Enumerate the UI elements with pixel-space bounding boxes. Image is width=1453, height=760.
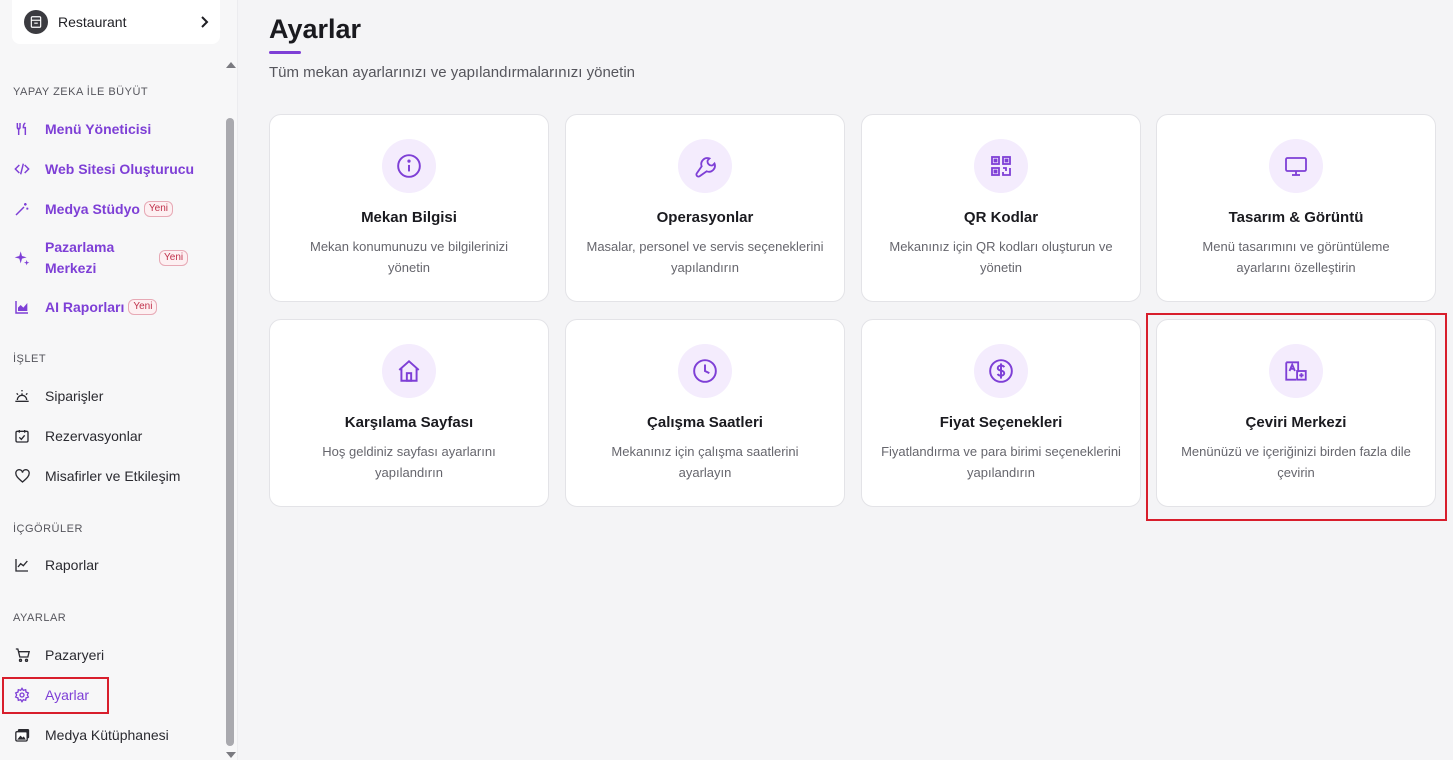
sidebar-item-label: Menü Yöneticisi (45, 121, 152, 137)
title-underline (269, 51, 301, 54)
sidebar-item-orders[interactable]: Siparişler (0, 385, 222, 407)
bell-icon (13, 387, 31, 405)
sidebar-item-label: AI Raporları (45, 299, 125, 315)
scroll-down-arrow-icon[interactable] (226, 752, 236, 758)
images-icon (13, 726, 31, 744)
card-title: Operasyonlar (656, 209, 754, 226)
sidebar-item-website-builder[interactable]: Web Sitesi Oluşturucu (0, 158, 222, 180)
dollar-icon (974, 344, 1028, 398)
sidebar: Restaurant YAPAY ZEKA İLE BÜYÜT Menü Yön… (0, 0, 238, 760)
sidebar-item-menu-manager[interactable]: Menü Yöneticisi (0, 118, 222, 140)
sidebar-item-label: Rezervasyonlar (45, 428, 143, 444)
monitor-icon (1269, 139, 1323, 193)
card-description: Mekanınız için çalışma saatlerini ayarla… (611, 444, 799, 480)
new-badge: Yeni (128, 299, 158, 315)
card-description: Mekan konumunuzu ve bilgilerinizi yöneti… (310, 239, 508, 275)
section-title-insights: İÇGÖRÜLER (13, 523, 83, 535)
sidebar-item-label: Web Sitesi Oluşturucu (45, 161, 195, 177)
card-title: QR Kodlar (963, 209, 1039, 226)
card-title: Mekan Bilgisi (361, 209, 457, 226)
heart-icon (13, 467, 31, 485)
settings-card-qr-codes[interactable]: QR Kodlar Mekanınız için QR kodları oluş… (861, 114, 1141, 302)
sidebar-item-reports[interactable]: Raporlar (0, 554, 222, 576)
section-title-settings: AYARLAR (13, 612, 67, 624)
store-icon (24, 10, 48, 34)
sidebar-item-guests[interactable]: Misafirler ve Etkileşim (0, 465, 222, 487)
sidebar-scrollbar[interactable] (224, 58, 236, 760)
card-title: Tasarım & Görüntü (1228, 209, 1364, 226)
venue-selector[interactable]: Restaurant (12, 0, 220, 44)
sidebar-item-marketplace[interactable]: Pazaryeri (0, 644, 222, 666)
card-title: Fiyat Seçenekleri (939, 414, 1063, 431)
chevron-right-icon (198, 16, 210, 28)
sidebar-item-label: Misafirler ve Etkileşim (45, 468, 181, 484)
area-chart-icon (13, 298, 31, 316)
settings-card-operations[interactable]: Operasyonlar Masalar, personel ve servis… (565, 114, 845, 302)
line-chart-icon (13, 556, 31, 574)
scroll-up-arrow-icon[interactable] (226, 62, 236, 68)
card-description: Fiyatlandırma ve para birimi seçenekleri… (881, 444, 1121, 480)
settings-highlight-box (2, 677, 109, 714)
settings-card-working-hours[interactable]: Çalışma Saatleri Mekanınız için çalışma … (565, 319, 845, 507)
sidebar-item-reservations[interactable]: Rezervasyonlar (0, 425, 222, 447)
settings-card-price-options[interactable]: Fiyat Seçenekleri Fiyatlandırma ve para … (861, 319, 1141, 507)
info-icon (382, 139, 436, 193)
card-title: Çalışma Saatleri (647, 414, 763, 431)
sidebar-item-ai-reports[interactable]: AI Raporları Yeni (0, 296, 222, 318)
new-badge: Yeni (143, 201, 174, 217)
sidebar-item-label: Raporlar (45, 557, 99, 573)
calendar-check-icon (13, 427, 31, 445)
sidebar-item-label: Pazaryeri (45, 647, 105, 663)
card-description: Menü tasarımını ve görüntüleme ayarların… (1202, 239, 1390, 275)
cart-icon (13, 646, 31, 664)
sidebar-item-media-library[interactable]: Medya Kütüphanesi (0, 724, 222, 746)
sidebar-item-media-studio[interactable]: Medya Stüdyo Yeni (0, 198, 222, 220)
section-title-operate: İŞLET (13, 353, 47, 365)
wrench-icon (678, 139, 732, 193)
page-subtitle: Tüm mekan ayarlarınızı ve yapılandırmala… (269, 64, 635, 81)
sidebar-item-label: Pazarlama Merkezi (45, 239, 115, 276)
settings-card-venue-info[interactable]: Mekan Bilgisi Mekan konumunuzu ve bilgil… (269, 114, 549, 302)
home-icon (382, 344, 436, 398)
card-title: Karşılama Sayfası (344, 414, 474, 431)
sidebar-item-label: Medya Stüdyo (45, 201, 140, 217)
magic-wand-icon (13, 200, 31, 218)
card-description: Mekanınız için QR kodları oluşturun ve y… (889, 239, 1113, 275)
venue-name: Restaurant (58, 14, 127, 30)
card-description: Hoş geldiniz sayfası ayarlarını yapıland… (322, 444, 496, 480)
sidebar-item-marketing-center[interactable]: Pazarlama Merkezi Yeni (0, 237, 222, 279)
sidebar-item-label: Medya Kütüphanesi (45, 727, 169, 743)
page-title: Ayarlar (269, 14, 362, 44)
section-title-ai: YAPAY ZEKA İLE BÜYÜT (13, 86, 149, 98)
scroll-thumb[interactable] (226, 118, 234, 746)
qr-code-icon (974, 139, 1028, 193)
translation-card-highlight-box (1146, 313, 1447, 521)
sparkle-icon (13, 249, 31, 267)
new-badge: Yeni (159, 250, 189, 266)
settings-card-welcome-page[interactable]: Karşılama Sayfası Hoş geldiniz sayfası a… (269, 319, 549, 507)
settings-card-design-display[interactable]: Tasarım & Görüntü Menü tasarımını ve gör… (1156, 114, 1436, 302)
sidebar-item-label: Siparişler (45, 388, 104, 404)
clock-icon (678, 344, 732, 398)
code-icon (13, 160, 31, 178)
card-description: Masalar, personel ve servis seçeneklerin… (586, 239, 824, 275)
fork-knife-icon (13, 120, 31, 138)
